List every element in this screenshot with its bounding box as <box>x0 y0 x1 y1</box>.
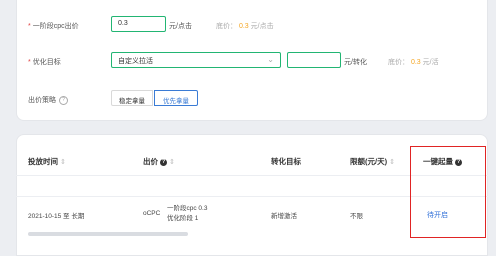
sort-icon[interactable]: ⇕ <box>389 159 395 166</box>
question-circle-icon[interactable]: ? <box>160 158 167 166</box>
strategy-label: 出价策略? <box>28 95 68 105</box>
bid-unit: 元/点击 <box>169 23 192 30</box>
strategy-option-stable[interactable]: 稳定拿量 <box>111 90 153 106</box>
goal-floor: 底价： 0.3 元/活 <box>388 59 439 66</box>
goal-select[interactable]: 自定义拉活 ⌄ <box>111 52 281 68</box>
bid-floor-value: 0.3 <box>238 23 249 30</box>
cell-goal: 新增激活 <box>271 213 297 220</box>
col-header-goal: 转化目标 <box>271 157 301 166</box>
bid-detail-line2: 优化阶段 1 <box>167 215 199 222</box>
goal-floor-value: 0.3 <box>410 59 421 66</box>
horizontal-scrollbar[interactable] <box>28 232 188 236</box>
bid-label: * 一阶段cpc出价 <box>28 23 79 30</box>
cell-bid-detail: 一阶段cpc 0.3 优化阶段 1 <box>167 204 207 224</box>
col-header-bid[interactable]: 出价? ⇕ <box>143 156 175 167</box>
goal-cost-input[interactable] <box>287 52 341 68</box>
sort-icon[interactable]: ⇕ <box>60 159 66 166</box>
cell-bid-type: oCPC <box>143 210 161 217</box>
bid-detail-line1: 一阶段cpc 0.3 <box>167 205 208 212</box>
col-header-time[interactable]: 投放时间 ⇕ <box>28 156 66 167</box>
cell-limit: 不限 <box>350 213 363 220</box>
goal-unit: 元/转化 <box>344 59 367 66</box>
cell-time: 2021-10-15 至 长期 <box>28 213 85 220</box>
goal-select-value: 自定义拉活 <box>118 58 153 65</box>
bid-input[interactable]: 0.3 <box>111 16 166 32</box>
strategy-option-priority[interactable]: 优先拿量 <box>154 90 198 106</box>
highlight-box <box>410 146 486 238</box>
question-circle-icon[interactable]: ? <box>59 95 68 105</box>
chevron-down-icon: ⌄ <box>267 55 274 64</box>
bid-floor: 底价： 0.3 元/点击 <box>216 23 274 30</box>
sort-icon[interactable]: ⇕ <box>169 159 175 166</box>
goal-label: * 优化目标 <box>28 59 61 66</box>
col-header-limit[interactable]: 限额(元/天) ⇕ <box>350 156 395 167</box>
